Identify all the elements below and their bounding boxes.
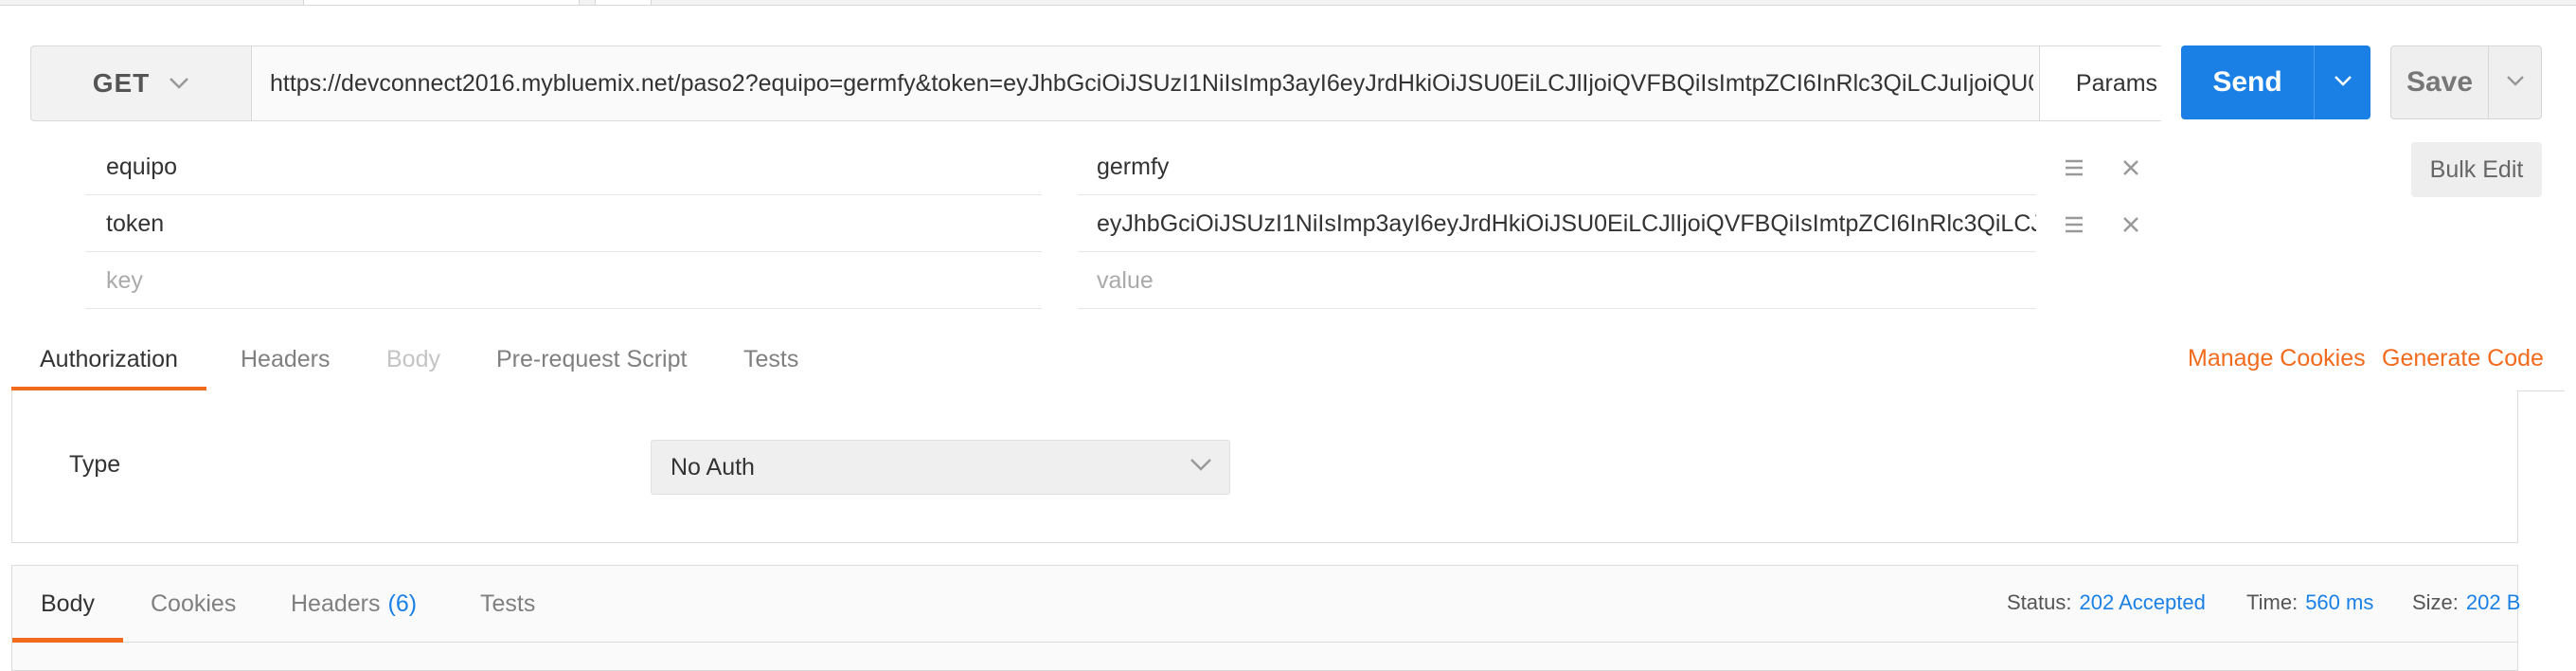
request-tabs: Authorization Headers Body Pre-request S…	[11, 328, 2565, 391]
tab-body[interactable]: Body	[386, 328, 440, 390]
tab-response-headers[interactable]: Headers (6)	[291, 566, 417, 642]
tab-label: Tests	[743, 345, 799, 372]
tab-strip	[0, 0, 2576, 6]
chevron-down-icon	[169, 77, 189, 90]
param-value-field[interactable]: eyJhbGciOiJSUzI1NiIsImp3ayI6eyJrdHkiOiJS…	[1078, 197, 2036, 252]
response-size: Size: 202 B	[2412, 590, 2520, 615]
tab-stub[interactable]	[303, 0, 580, 5]
response-time: Time: 560 ms	[2246, 590, 2373, 615]
chevron-down-icon	[1190, 458, 1212, 471]
request-url-bar: GET https://devconnect2016.mybluemix.net…	[30, 45, 2193, 121]
param-key-field[interactable]: token	[85, 197, 1042, 252]
tab-response-cookies[interactable]: Cookies	[151, 566, 236, 642]
method-label: GET	[92, 68, 151, 98]
auth-type-label: Type	[69, 451, 121, 478]
tab-response-body[interactable]: Body	[12, 566, 123, 643]
headers-count-badge: (6)	[387, 589, 418, 617]
chevron-down-icon	[2334, 74, 2352, 91]
tab-authorization[interactable]: Authorization	[11, 328, 206, 391]
tab-stub[interactable]	[595, 0, 652, 5]
params-button[interactable]: Params	[2039, 46, 2193, 120]
tab-label: Headers	[291, 589, 381, 617]
status-value[interactable]: 202 Accepted	[2079, 590, 2205, 614]
param-value-input[interactable]: value	[1078, 254, 2036, 309]
tab-label: Authorization	[40, 345, 178, 372]
param-value-field[interactable]: germfy	[1078, 140, 2036, 195]
size-label: Size:	[2412, 590, 2459, 614]
tab-label: Pre-request Script	[496, 345, 688, 372]
tab-label: Body	[386, 345, 440, 372]
authorization-panel: Type No Auth	[11, 390, 2518, 543]
param-key-input[interactable]: key	[85, 254, 1042, 309]
tab-response-tests[interactable]: Tests	[480, 566, 535, 642]
close-icon[interactable]	[2119, 212, 2143, 237]
send-button[interactable]: Send	[2181, 45, 2314, 119]
active-tab-indicator	[12, 638, 123, 643]
drag-handle-icon[interactable]	[2062, 212, 2086, 237]
param-row-new: key value	[85, 254, 2036, 309]
tab-label: Cookies	[151, 589, 237, 617]
save-button[interactable]: Save	[2391, 46, 2488, 118]
close-icon[interactable]	[2119, 155, 2143, 180]
save-options-button[interactable]	[2488, 46, 2542, 118]
status-label: Status:	[2007, 590, 2072, 614]
tab-label: Body	[41, 589, 95, 617]
auth-type-select[interactable]: No Auth	[651, 440, 1230, 495]
response-panel: Body Cookies Headers (6) Tests Status: 20…	[11, 565, 2520, 671]
send-options-button[interactable]	[2314, 45, 2371, 119]
param-row: equipo germfy	[85, 140, 2036, 195]
send-button-group: Send	[2181, 45, 2370, 119]
time-value[interactable]: 560 ms	[2305, 590, 2373, 614]
tab-headers[interactable]: Headers	[241, 328, 331, 390]
param-key-field[interactable]: equipo	[85, 140, 1042, 195]
tab-label: Tests	[480, 589, 536, 617]
url-input[interactable]: https://devconnect2016.mybluemix.net/pas…	[270, 46, 2033, 120]
time-label: Time:	[2246, 590, 2299, 614]
auth-type-value: No Auth	[671, 453, 755, 481]
tab-tests[interactable]: Tests	[743, 328, 798, 390]
response-tabs: Body Cookies Headers (6) Tests Status: 20…	[12, 566, 2520, 643]
size-value[interactable]: 202 B	[2466, 590, 2521, 614]
drag-handle-icon[interactable]	[2062, 155, 2086, 180]
generate-code-link[interactable]: Generate Code	[2382, 345, 2544, 372]
manage-cookies-link[interactable]: Manage Cookies	[2188, 345, 2366, 372]
chevron-down-icon	[2506, 74, 2525, 91]
param-row: token eyJhbGciOiJSUzI1NiIsImp3ayI6eyJrdH…	[85, 197, 2036, 252]
save-button-group: Save	[2390, 45, 2542, 119]
tab-label: Headers	[241, 345, 331, 372]
bulk-edit-button[interactable]: Bulk Edit	[2411, 142, 2542, 197]
tab-pre-request-script[interactable]: Pre-request Script	[496, 328, 687, 390]
response-status: Status: 202 Accepted	[2007, 590, 2206, 615]
method-select[interactable]: GET	[31, 46, 252, 120]
